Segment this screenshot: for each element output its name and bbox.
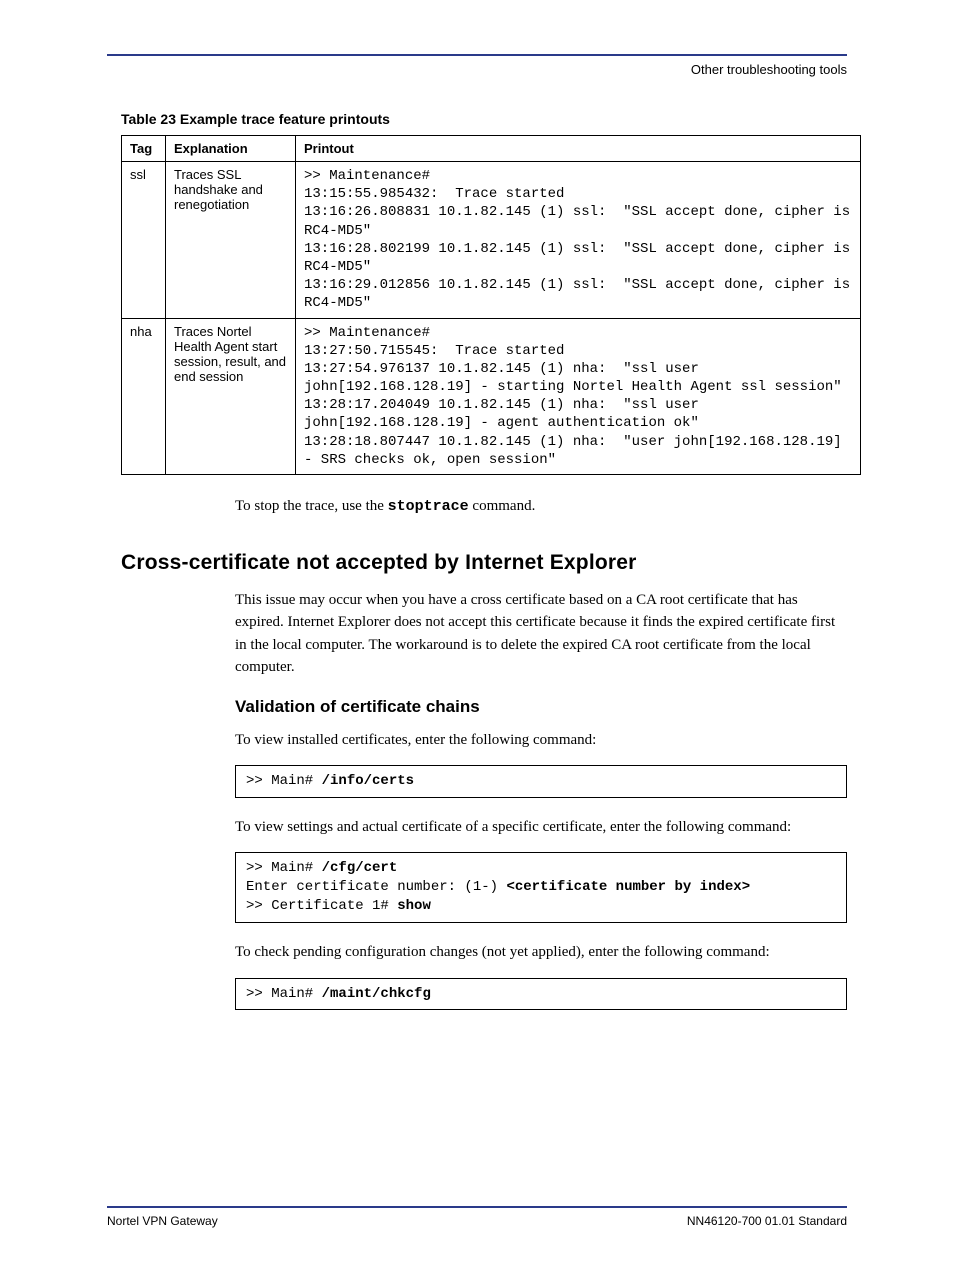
cell-explanation: Traces Nortel Health Agent start session…: [166, 318, 296, 475]
footer-rule: [107, 1206, 847, 1208]
cell-tag: nha: [122, 318, 166, 475]
cmd-line: Enter certificate number: (1-) <certific…: [246, 878, 836, 897]
table-caption: Table 23 Example trace feature printouts: [121, 111, 847, 127]
footer-left: Nortel VPN Gateway: [107, 1214, 218, 1228]
cmd-text: <certificate number by index>: [506, 879, 750, 895]
command-box-info-certs: >> Main# /info/certs: [235, 765, 847, 798]
cmd-prompt: >> Main#: [246, 860, 322, 876]
stoptrace-command: stoptrace: [388, 498, 469, 515]
para1-a: To stop the trace, use the: [235, 498, 388, 514]
printout-text: >> Maintenance# 13:27:50.715545: Trace s…: [304, 325, 850, 468]
running-header: Other troubleshooting tools: [107, 62, 847, 77]
cell-tag: ssl: [122, 162, 166, 319]
th-tag: Tag: [122, 136, 166, 162]
section-heading: Cross-certificate not accepted by Intern…: [121, 551, 847, 575]
trace-table: Tag Explanation Printout ssl Traces SSL …: [121, 135, 861, 475]
cell-explanation: Traces SSL handshake and renegotiation: [166, 162, 296, 319]
para-stoptrace: To stop the trace, use the stoptrace com…: [235, 495, 847, 519]
para-view-specific-cert: To view settings and actual certificate …: [235, 816, 847, 839]
footer-right: NN46120-700 01.01 Standard: [687, 1214, 847, 1228]
cmd-line: >> Main# /cfg/cert: [246, 859, 836, 878]
table-header-row: Tag Explanation Printout: [122, 136, 861, 162]
para1-b: command.: [469, 498, 536, 514]
page-content: Other troubleshooting tools Table 23 Exa…: [0, 0, 954, 1010]
para-check-config: To check pending configuration changes (…: [235, 941, 847, 964]
printout-text: >> Maintenance# 13:15:55.985432: Trace s…: [304, 168, 859, 311]
cmd-prompt: >> Main#: [246, 986, 322, 1002]
cmd-line: >> Certificate 1# show: [246, 897, 836, 916]
command-box-chkcfg: >> Main# /maint/chkcfg: [235, 978, 847, 1011]
footer-row: Nortel VPN Gateway NN46120-700 01.01 Sta…: [107, 1214, 847, 1228]
command-box-cfg-cert: >> Main# /cfg/cert Enter certificate num…: [235, 852, 847, 923]
th-printout: Printout: [296, 136, 861, 162]
cell-printout: >> Maintenance# 13:15:55.985432: Trace s…: [296, 162, 861, 319]
subsection-heading: Validation of certificate chains: [235, 697, 847, 717]
para-cross-cert: This issue may occur when you have a cro…: [235, 589, 847, 679]
cmd-text: /cfg/cert: [322, 860, 398, 876]
cmd-prompt: >> Certificate 1#: [246, 898, 397, 914]
page-footer: Nortel VPN Gateway NN46120-700 01.01 Sta…: [107, 1206, 847, 1228]
header-rule: [107, 54, 847, 56]
cmd-prompt: >> Main#: [246, 773, 322, 789]
cmd-text: show: [397, 898, 431, 914]
cell-printout: >> Maintenance# 13:27:50.715545: Trace s…: [296, 318, 861, 475]
th-explanation: Explanation: [166, 136, 296, 162]
para-view-certs: To view installed certificates, enter th…: [235, 729, 847, 752]
table-row: nha Traces Nortel Health Agent start ses…: [122, 318, 861, 475]
cmd-prompt: Enter certificate number: (1-): [246, 879, 506, 895]
cmd-text: /info/certs: [322, 773, 414, 789]
table-row: ssl Traces SSL handshake and renegotiati…: [122, 162, 861, 319]
cmd-text: /maint/chkcfg: [322, 986, 431, 1002]
